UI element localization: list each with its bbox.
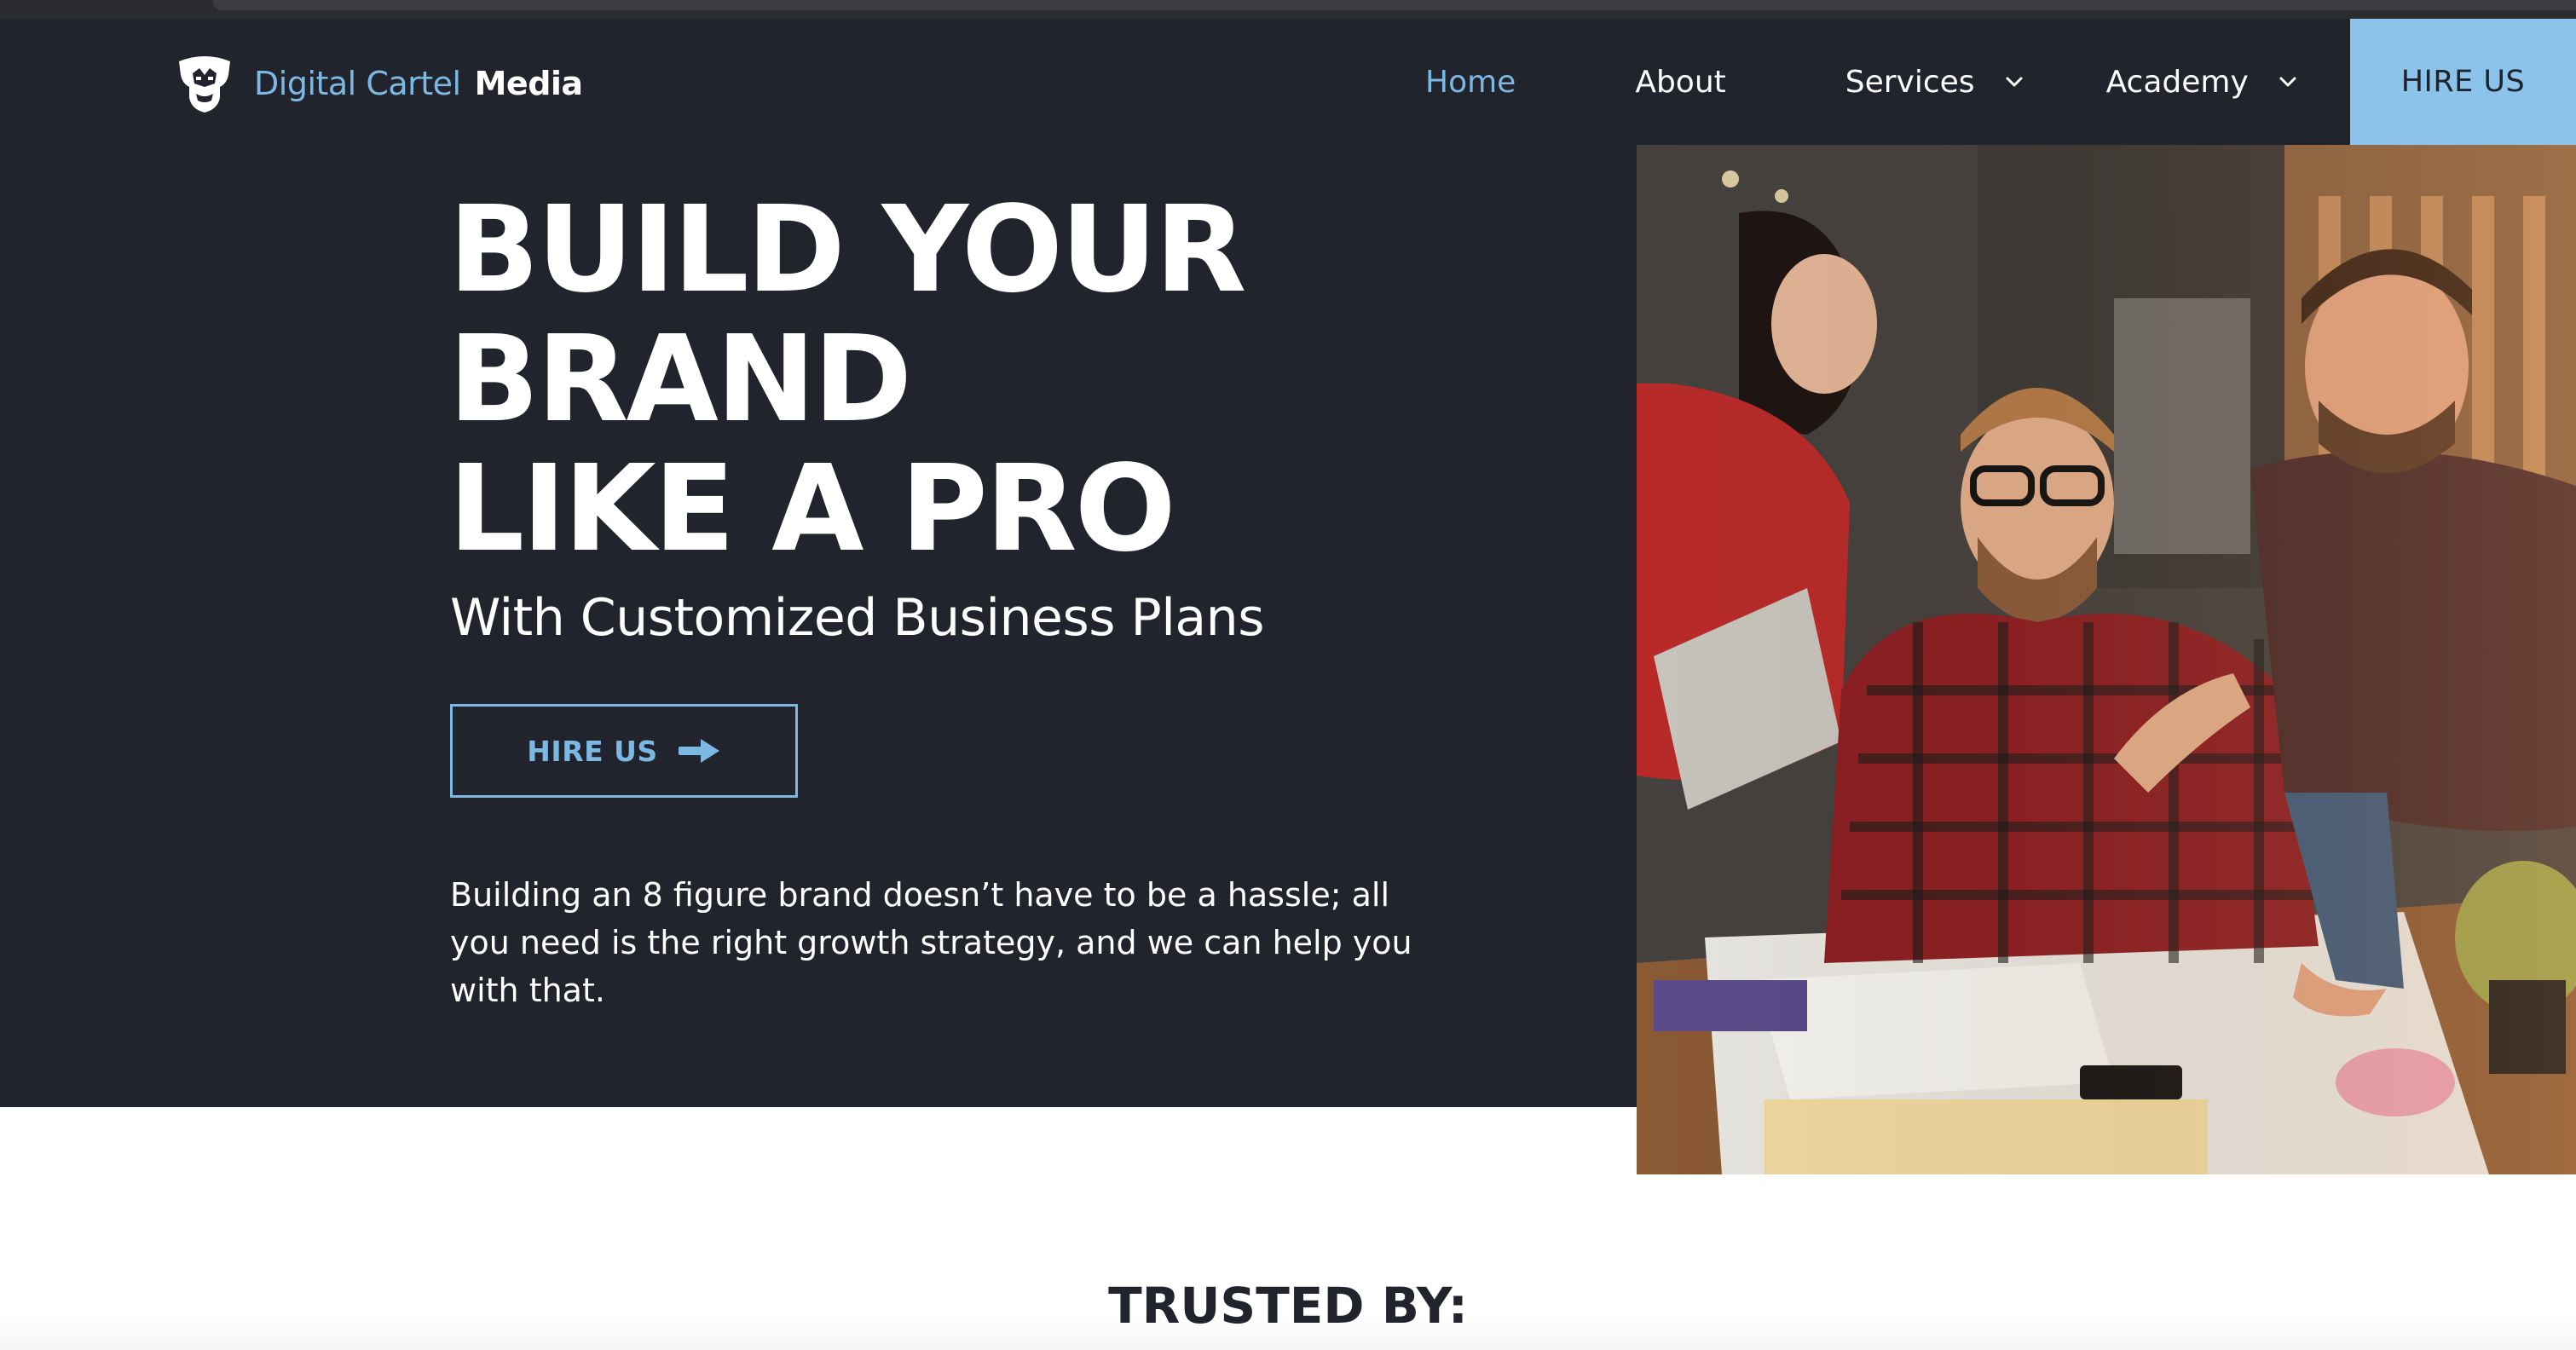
nav-item-academy[interactable]: Academy bbox=[2106, 65, 2298, 100]
hero-title: BUILD YOUR BRAND LIKE A PRO bbox=[448, 181, 1247, 579]
nav-item-home[interactable]: Home bbox=[1425, 65, 1516, 100]
brand-name-secondary: Media bbox=[474, 65, 583, 102]
nav-item-label: Services bbox=[1845, 64, 1975, 100]
nav-item-about[interactable]: About bbox=[1635, 65, 1725, 100]
header-hire-us-button[interactable]: HIRE US bbox=[2350, 19, 2576, 145]
hero-hire-us-button[interactable]: HIRE US bbox=[450, 704, 798, 798]
header-hire-us-label: HIRE US bbox=[2400, 65, 2526, 99]
team-photo-illustration bbox=[1637, 145, 2576, 1174]
hero-title-line: BUILD YOUR bbox=[448, 181, 1247, 320]
chevron-down-icon[interactable] bbox=[2004, 72, 2024, 92]
brand-logo[interactable]: Digital Cartel Media bbox=[170, 49, 583, 118]
hero-hire-us-label: HIRE US bbox=[527, 734, 658, 768]
brand-name-primary: Digital Cartel bbox=[254, 65, 461, 102]
arrow-right-icon bbox=[678, 739, 719, 763]
hero-title-line: LIKE A PRO bbox=[448, 440, 1176, 579]
browser-top-strip bbox=[0, 0, 2576, 19]
gorilla-mask-logo-icon bbox=[179, 56, 230, 112]
hero-description: Building an 8 figure brand doesn’t have … bbox=[450, 876, 1412, 1009]
hero-subtitle: With Customized Business Plans bbox=[450, 588, 1264, 648]
nav-item-services[interactable]: Services bbox=[1845, 65, 2024, 100]
site-header: Digital Cartel Media Home About Services… bbox=[0, 19, 2576, 145]
chevron-down-icon[interactable] bbox=[2278, 72, 2298, 92]
hero-team-photo bbox=[1637, 145, 2576, 1174]
hero-title-line: BRAND bbox=[448, 310, 912, 449]
bottom-shadow bbox=[0, 1312, 2576, 1350]
main-navigation: Home About Services Academy bbox=[1398, 19, 2298, 145]
browser-tab-strip bbox=[213, 0, 2576, 10]
nav-item-label: Academy bbox=[2105, 64, 2249, 100]
nav-item-label: Home bbox=[1425, 64, 1516, 100]
nav-item-label: About bbox=[1635, 64, 1726, 100]
